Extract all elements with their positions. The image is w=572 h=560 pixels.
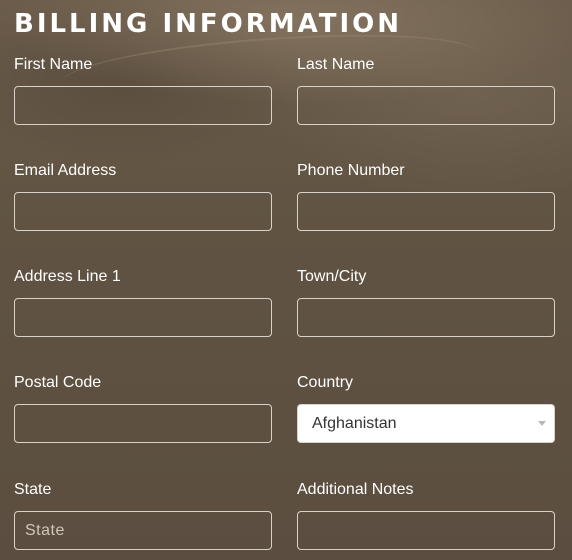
address-line-1-input[interactable] xyxy=(14,298,272,337)
email-label: Email Address xyxy=(14,162,117,179)
state-input[interactable] xyxy=(14,511,272,550)
address-line-1-group: Address Line 1 xyxy=(14,267,272,337)
postal-code-label: Postal Code xyxy=(14,374,102,391)
email-input[interactable] xyxy=(14,192,272,231)
last-name-label: Last Name xyxy=(297,56,375,73)
phone-group: Phone Number xyxy=(297,161,555,231)
country-select[interactable]: Afghanistan xyxy=(297,404,555,443)
town-city-label: Town/City xyxy=(297,268,367,285)
phone-label: Phone Number xyxy=(297,162,405,179)
additional-notes-input[interactable] xyxy=(297,511,555,550)
town-city-input[interactable] xyxy=(297,298,555,337)
state-label: State xyxy=(14,481,52,498)
first-name-group: First Name xyxy=(14,55,272,125)
last-name-group: Last Name xyxy=(297,55,555,125)
country-selected-value: Afghanistan xyxy=(312,415,397,432)
country-label: Country xyxy=(297,374,354,391)
additional-notes-group: Additional Notes xyxy=(297,480,555,550)
email-group: Email Address xyxy=(14,161,272,231)
state-group: State xyxy=(14,480,272,550)
first-name-input[interactable] xyxy=(14,86,272,125)
chevron-down-icon xyxy=(538,421,546,426)
country-group: Country Afghanistan xyxy=(297,373,555,443)
additional-notes-label: Additional Notes xyxy=(297,481,414,498)
page-title: BILLING INFORMATION xyxy=(14,9,403,39)
phone-input[interactable] xyxy=(297,192,555,231)
postal-code-input[interactable] xyxy=(14,404,272,443)
address-line-1-label: Address Line 1 xyxy=(14,268,121,285)
last-name-input[interactable] xyxy=(297,86,555,125)
first-name-label: First Name xyxy=(14,56,93,73)
town-city-group: Town/City xyxy=(297,267,555,337)
postal-code-group: Postal Code xyxy=(14,373,272,443)
